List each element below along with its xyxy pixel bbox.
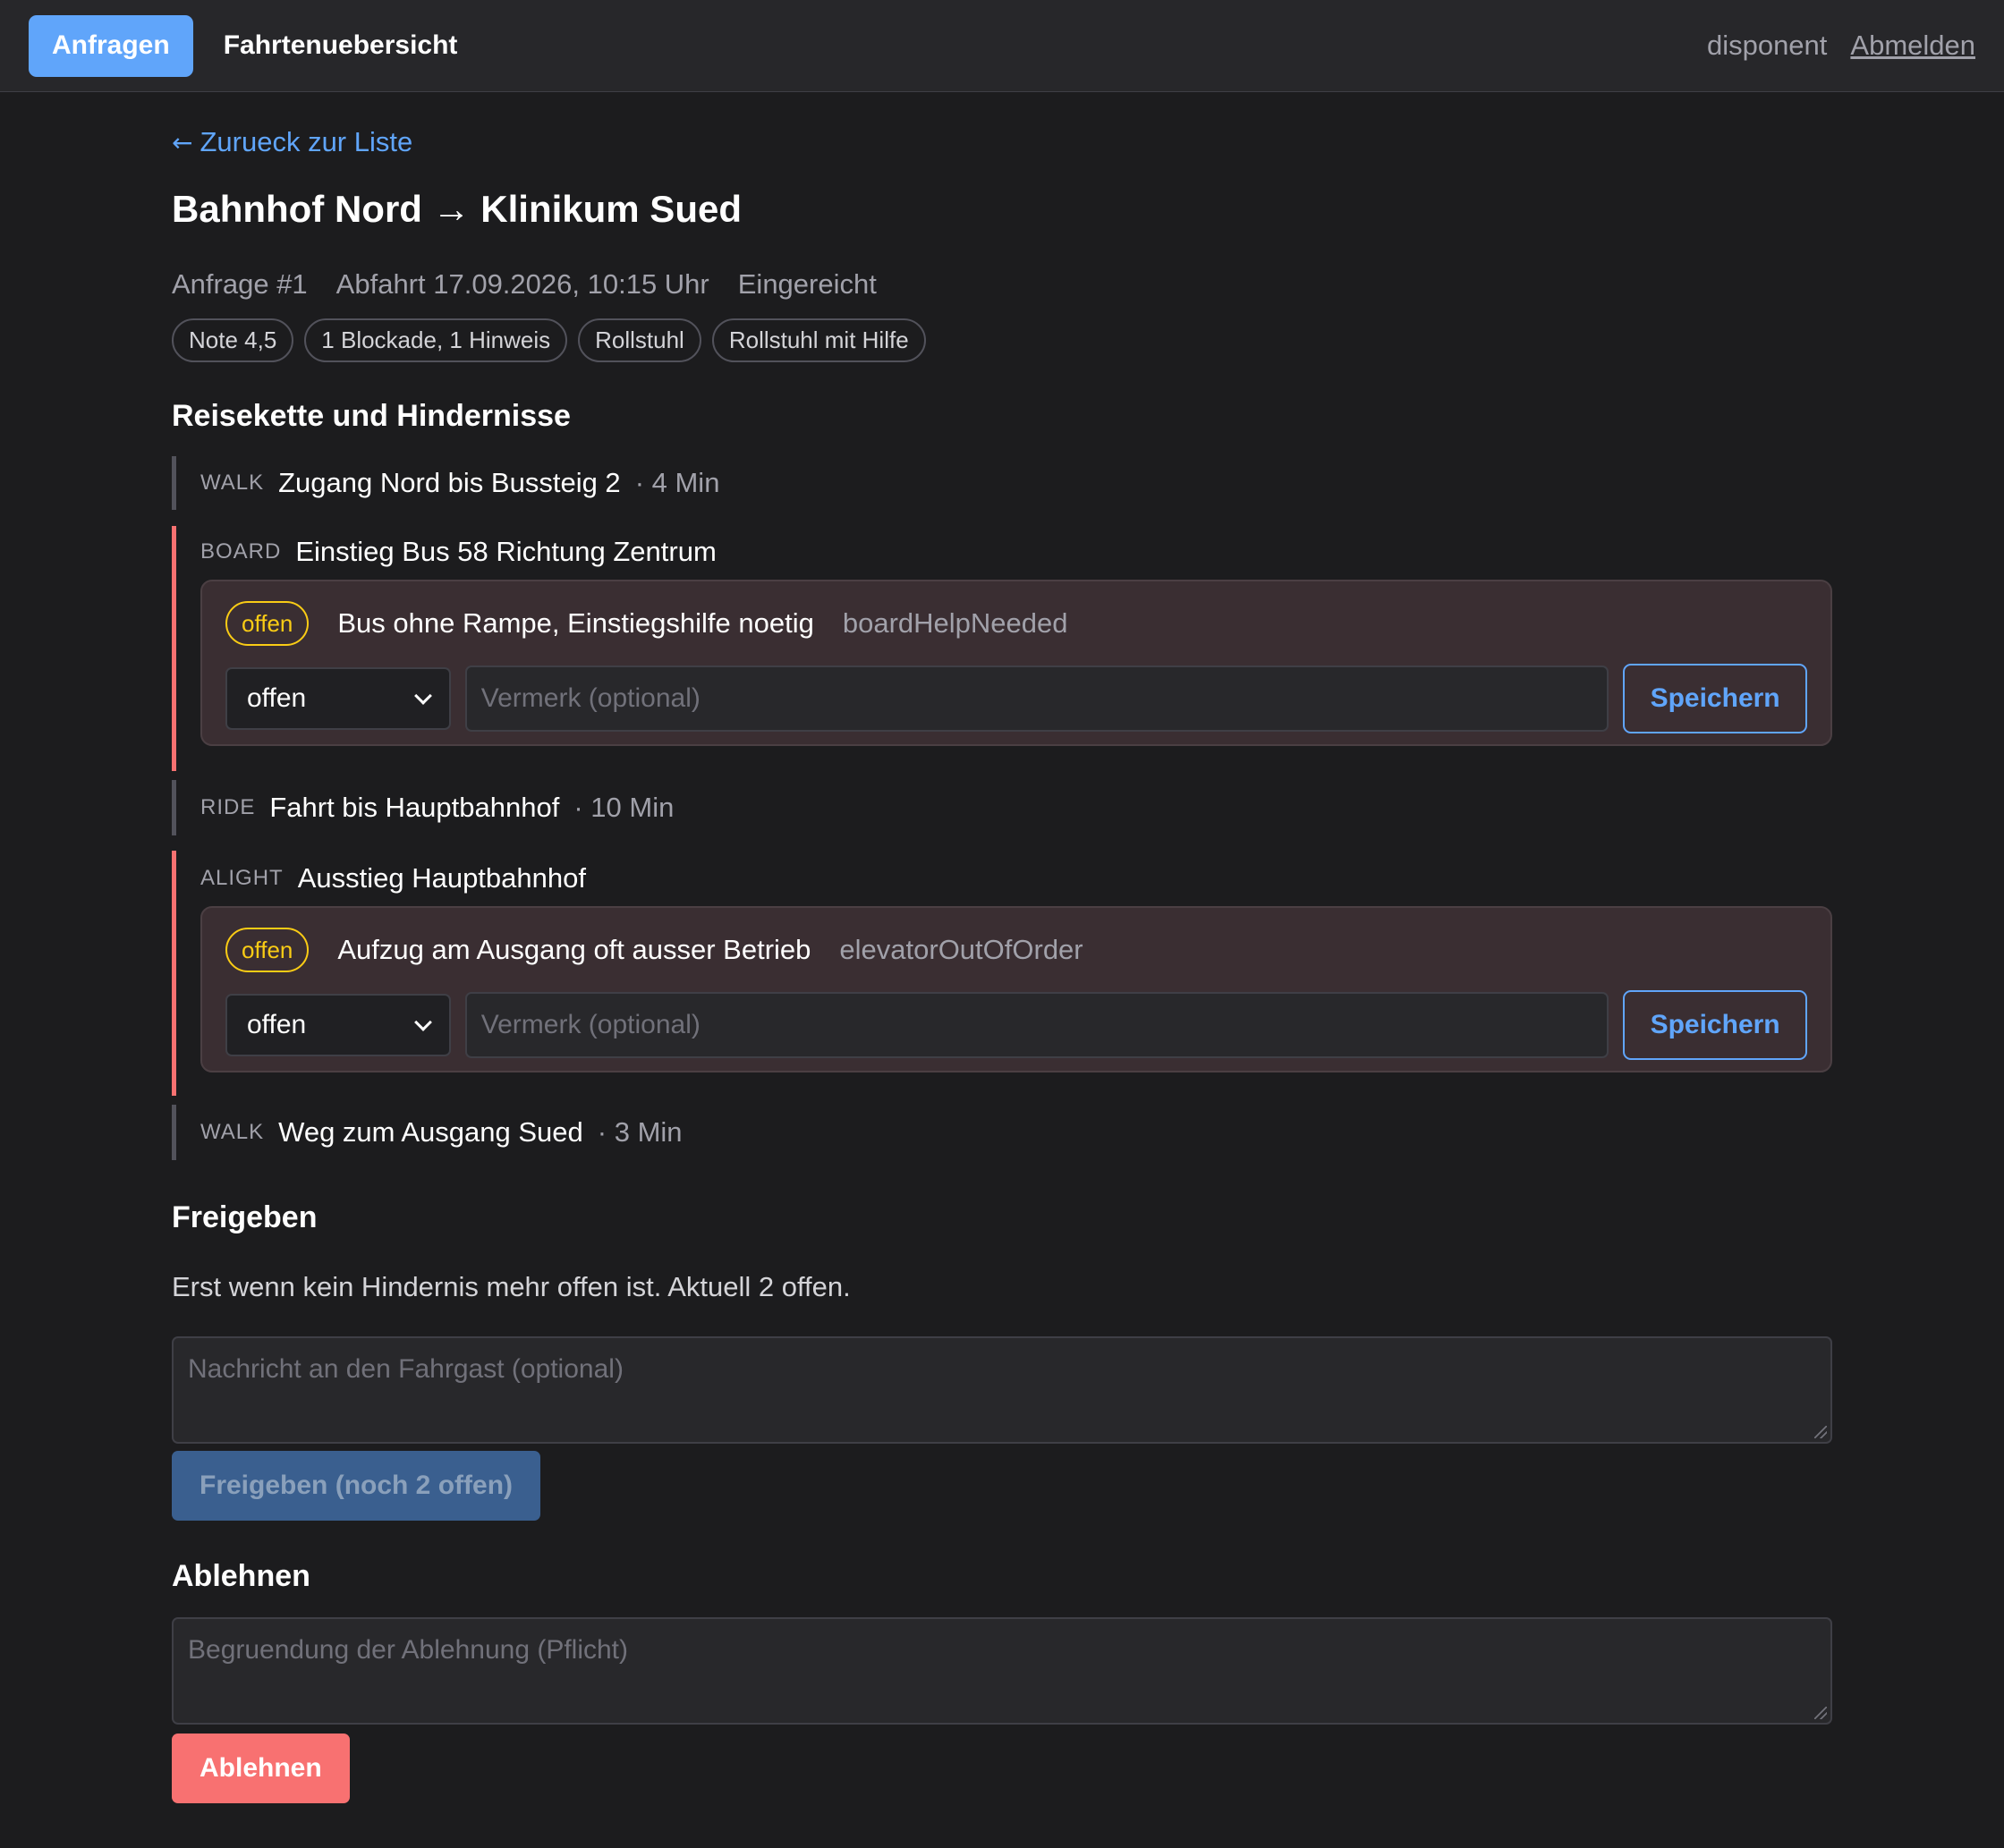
step-kind: BOARD: [200, 539, 282, 564]
arrow-left-icon: ←: [172, 127, 193, 157]
step-kind: WALK: [200, 470, 265, 495]
step-description: Zugang Nord bis Bussteig 2: [278, 467, 621, 498]
user-area: disponent Abmelden: [1707, 30, 1975, 62]
departure-time: Abfahrt 17.09.2026, 10:15 Uhr: [335, 268, 709, 300]
chevron-down-icon: [413, 1013, 432, 1031]
page-title: Bahnhof Nord → Klinikum Sued: [172, 188, 742, 230]
tag-chip: Rollstuhl mit Hilfe: [711, 318, 926, 362]
obstacle-note-input[interactable]: [464, 992, 1609, 1058]
release-button[interactable]: Freigeben (noch 2 offen): [172, 1451, 541, 1521]
status-badge: offen: [225, 928, 310, 972]
step-description: Fahrt bis Hauptbahnhof: [269, 792, 560, 823]
obstacle-card: offen Bus ohne Rampe, Einstiegshilfe noe…: [200, 580, 1832, 746]
back-link-label: Zurueck zur Liste: [200, 126, 413, 157]
obstacle-description: Aufzug am Ausgang oft ausser Betrieb: [337, 934, 811, 965]
step-description: Ausstieg Hauptbahnhof: [297, 862, 586, 894]
step-duration: · 3 Min: [597, 1116, 683, 1148]
section-title-reject: Ablehnen: [172, 1559, 310, 1593]
chevron-down-icon: [413, 687, 432, 705]
reject-reason-wrapper: [172, 1617, 1832, 1725]
obstacle-code: boardHelpNeeded: [842, 607, 1068, 639]
obstacle-card: offen Aufzug am Ausgang oft ausser Betri…: [200, 906, 1832, 1072]
reject-reason-field[interactable]: [172, 1617, 1832, 1725]
release-info: Erst wenn kein Hindernis mehr offen ist.…: [172, 1271, 851, 1302]
save-button[interactable]: Speichern: [1623, 664, 1807, 733]
section-title-release: Freigeben: [172, 1200, 318, 1234]
obstacle-status-select[interactable]: offen: [225, 667, 451, 730]
request-status: Eingereicht: [737, 268, 877, 300]
journey-step: WALK Weg zum Ausgang Sued · 3 Min: [172, 1105, 1832, 1160]
section-title-chain: Reisekette und Hindernisse: [172, 399, 571, 433]
obstacle-code: elevatorOutOfOrder: [839, 934, 1083, 965]
tab-fahrtenuebersicht[interactable]: Fahrtenuebersicht: [200, 15, 481, 77]
resize-handle-icon[interactable]: [1814, 1426, 1827, 1438]
username: disponent: [1706, 30, 1828, 61]
top-nav: Anfragen Fahrtenuebersicht disponent Abm…: [0, 0, 2004, 92]
obstacle-note-input[interactable]: [464, 665, 1609, 732]
step-kind: ALIGHT: [200, 866, 284, 890]
step-description: Einstieg Bus 58 Richtung Zentrum: [295, 536, 717, 567]
select-value: offen: [247, 1010, 307, 1039]
journey-step: RIDE Fahrt bis Hauptbahnhof · 10 Min: [172, 780, 1832, 835]
tab-anfragen[interactable]: Anfragen: [29, 14, 193, 77]
status-badge: offen: [225, 601, 310, 646]
obstacle-description: Bus ohne Rampe, Einstiegshilfe noetig: [337, 607, 814, 639]
tag-list: Note 4,5 1 Blockade, 1 Hinweis Rollstuhl…: [172, 318, 926, 362]
tag-chip: Rollstuhl: [578, 318, 701, 362]
release-message-field[interactable]: [172, 1336, 1832, 1444]
logout-link[interactable]: Abmelden: [1850, 30, 1975, 62]
step-duration: · 10 Min: [573, 792, 675, 823]
journey-step: BOARD Einstieg Bus 58 Richtung Zentrum o…: [172, 526, 1832, 771]
tag-chip: 1 Blockade, 1 Hinweis: [304, 318, 568, 362]
resize-handle-icon[interactable]: [1814, 1707, 1827, 1719]
reject-button[interactable]: Ablehnen: [172, 1734, 350, 1803]
step-kind: RIDE: [200, 795, 256, 819]
obstacle-status-select[interactable]: offen: [225, 994, 451, 1056]
request-meta: Anfrage #1 Abfahrt 17.09.2026, 10:15 Uhr…: [172, 268, 877, 301]
request-number: Anfrage #1: [172, 268, 308, 300]
tag-chip: Note 4,5: [172, 318, 294, 362]
step-duration: · 4 Min: [634, 467, 720, 498]
journey-step: WALK Zugang Nord bis Bussteig 2 · 4 Min: [172, 456, 1832, 510]
release-message-wrapper: [172, 1336, 1832, 1444]
back-link[interactable]: ← Zurueck zur Liste: [172, 126, 412, 158]
step-description: Weg zum Ausgang Sued: [278, 1116, 583, 1148]
select-value: offen: [247, 683, 307, 713]
journey-step: ALIGHT Ausstieg Hauptbahnhof offen Aufzu…: [172, 851, 1832, 1096]
step-kind: WALK: [200, 1120, 265, 1144]
save-button[interactable]: Speichern: [1623, 990, 1807, 1060]
